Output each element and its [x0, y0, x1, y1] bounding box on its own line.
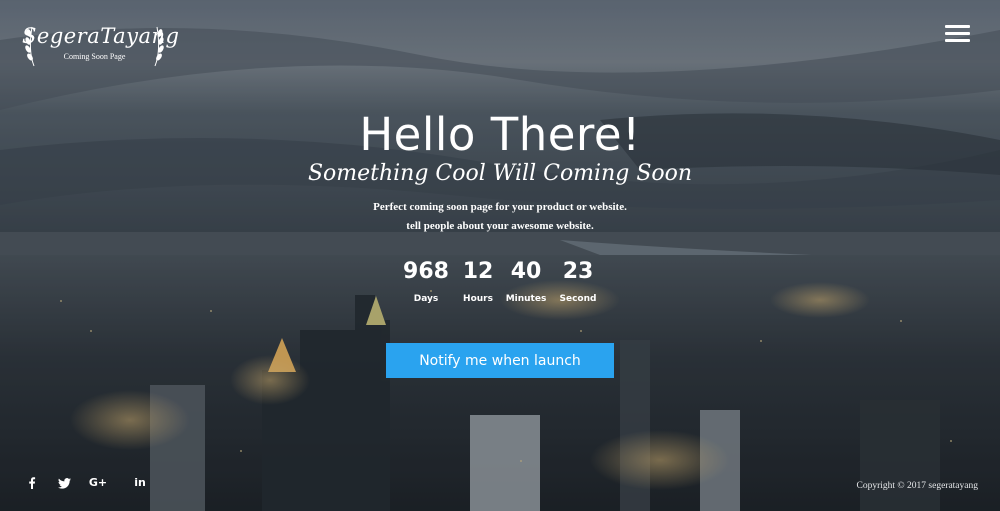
hamburger-icon[interactable] [945, 24, 970, 44]
wheat-leaf-icon [25, 26, 35, 67]
brand-logo[interactable]: SegeraTayang Coming Soon Page [22, 20, 180, 75]
menu-bar [945, 39, 970, 42]
google-plus-icon[interactable]: G+ [88, 474, 108, 492]
facebook-icon[interactable] [22, 474, 42, 492]
twitter-icon[interactable] [54, 474, 74, 492]
brand-tagline: Coming Soon Page [63, 52, 126, 61]
page-subtitle: Something Cool Will Coming Soon [307, 161, 693, 186]
menu-bar [945, 25, 970, 28]
minutes-label: Minutes [505, 294, 547, 304]
description-line-1: Perfect coming soon page for your produc… [373, 201, 627, 213]
seconds-label: Second [559, 294, 597, 304]
countdown-minutes: 40 Minutes [504, 258, 548, 304]
hours-label: Hours [463, 294, 493, 304]
copyright-text: Copyright © 2017 segeratayang [856, 481, 978, 491]
description-line-2: tell people about your awesome website. [406, 220, 594, 232]
wheat-leaf-icon [154, 26, 164, 67]
days-value: 968 [403, 259, 449, 284]
hero-section: SegeraTayang Coming Soon Page Hello Ther… [0, 0, 1000, 511]
days-label: Days [413, 294, 439, 304]
brand-name: SegeraTayang [22, 24, 180, 48]
linkedin-icon[interactable]: in [130, 474, 150, 492]
page-title: Hello There! [359, 108, 641, 161]
countdown-hours: 12 Hours [460, 258, 496, 304]
countdown-seconds: 23 Second [556, 258, 600, 304]
hours-value: 12 [462, 259, 494, 284]
facebook-glyph [29, 477, 36, 489]
minutes-value: 40 [510, 259, 542, 284]
seconds-value: 23 [562, 259, 594, 284]
countdown-timer: 968 Days 12 Hours 40 Minutes 23 Second [398, 258, 608, 308]
notify-button[interactable]: Notify me when launch [386, 343, 614, 378]
menu-bar [945, 32, 970, 35]
twitter-glyph [57, 478, 71, 489]
dark-overlay [0, 0, 1000, 511]
countdown-days: 968 Days [398, 258, 454, 304]
